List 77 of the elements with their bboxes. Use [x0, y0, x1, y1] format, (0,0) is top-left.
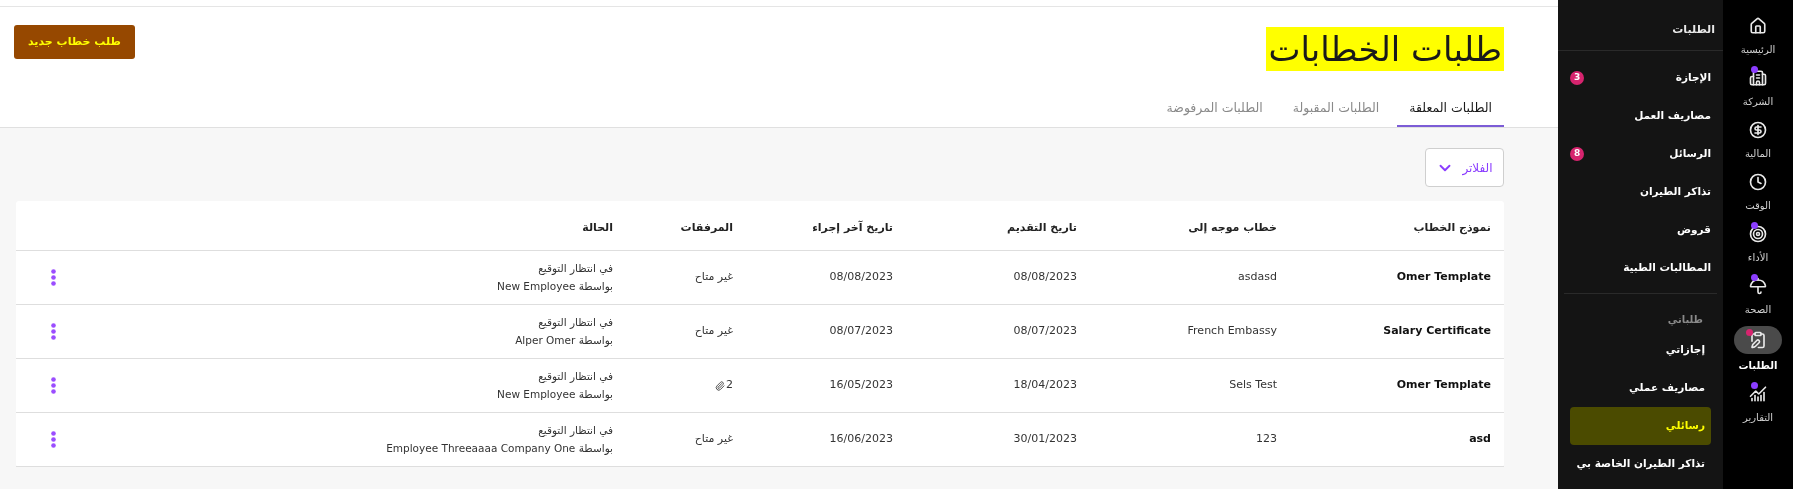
table-cell: 16/05/2023	[829, 378, 893, 392]
new-letter-button[interactable]: طلب خطاب جديد	[14, 25, 135, 59]
menu-item[interactable]: المطالبات الطبية	[1564, 249, 1717, 287]
table-cell: asdasd	[1238, 270, 1277, 284]
table-cell: غير متاح	[694, 323, 733, 340]
column-header: الحالة	[582, 220, 613, 234]
menu-item[interactable]: مصاريف العمل	[1564, 97, 1717, 135]
tab[interactable]: الطلبات المرفوضة	[1154, 91, 1275, 127]
status-by-text: بواسطة New Employee	[497, 278, 613, 295]
status-by-text: بواسطة Employee Threeaaaa Company One	[386, 440, 613, 457]
status-text: في انتظار التوقيع	[537, 368, 613, 385]
menu-item[interactable]: تذاكر الطيران الخاصة بي	[1570, 445, 1711, 483]
menu-item[interactable]: تذاكر الطيران	[1564, 173, 1717, 211]
table-cell: 08/07/2023	[829, 324, 893, 338]
table-cell: Salary Certificate	[1383, 324, 1491, 338]
table-cell: Omer Template	[1396, 270, 1491, 284]
table-cell: asd	[1469, 432, 1491, 446]
rail-label[interactable]: التقارير	[1742, 410, 1774, 425]
menu-item[interactable]: إجازاتي	[1570, 331, 1711, 369]
menu-item[interactable]: مصاريف عملي	[1570, 369, 1711, 407]
table-cell: 16/06/2023	[829, 432, 893, 446]
table-cell: Sels Test	[1229, 378, 1277, 392]
more-options-icon	[51, 323, 56, 340]
page-title: طلبات الخطابات	[1266, 27, 1504, 71]
clock-icon[interactable]	[1749, 173, 1767, 191]
paperclip-icon	[715, 380, 725, 391]
more-options-icon	[51, 269, 56, 286]
rail-label[interactable]: المالية	[1744, 146, 1772, 161]
rail-label[interactable]: الشركة	[1742, 94, 1774, 109]
status-text: في انتظار التوقيع	[537, 422, 613, 439]
rail-label[interactable]: الأداء	[1747, 250, 1769, 265]
building-icon[interactable]	[1749, 69, 1767, 87]
rail-label[interactable]: الرئيسية	[1740, 42, 1776, 57]
more-options-button[interactable]	[51, 431, 56, 448]
menu-title: الطلبات	[1672, 23, 1715, 36]
table-cell: غير متاح	[694, 431, 733, 448]
status-text: في انتظار التوقيع	[537, 314, 613, 331]
more-options-icon	[51, 431, 56, 448]
rail-label[interactable]: الطلبات	[1738, 358, 1778, 373]
column-header: نموذج الخطاب	[1413, 220, 1491, 234]
table-cell: 18/04/2023	[1013, 378, 1077, 392]
status-text: في انتظار التوقيع	[537, 260, 613, 277]
target-icon[interactable]	[1749, 225, 1767, 243]
clipboard-icon[interactable]	[1749, 331, 1767, 349]
table-cell: 08/07/2023	[1013, 324, 1077, 338]
column-header: المرفقات	[680, 220, 733, 234]
table-cell: 30/01/2023	[1013, 432, 1077, 446]
status-by-text: بواسطة New Employee	[497, 386, 613, 403]
menu-item[interactable]: قروض	[1564, 211, 1717, 249]
rail-label[interactable]: الصحة	[1744, 302, 1772, 317]
rail-label[interactable]: الوقت	[1745, 198, 1771, 213]
more-options-button[interactable]	[51, 377, 56, 394]
status-by-text: بواسطة Alper Omer	[515, 332, 613, 349]
more-options-icon	[51, 377, 56, 394]
chart-icon[interactable]	[1749, 385, 1767, 403]
column-header: تاريخ التقديم	[1007, 220, 1077, 234]
table-cell: 2	[726, 377, 733, 394]
table-cell: Omer Template	[1396, 378, 1491, 392]
tab[interactable]: الطلبات المعلقة	[1397, 91, 1504, 127]
menu-item[interactable]: رسائلي	[1570, 407, 1711, 445]
count-badge: 3	[1570, 71, 1584, 85]
count-badge: 8	[1570, 147, 1584, 161]
table-cell: 08/08/2023	[829, 270, 893, 284]
table-cell: غير متاح	[694, 269, 733, 286]
tab[interactable]: الطلبات المقبولة	[1280, 91, 1392, 127]
more-options-button[interactable]	[51, 323, 56, 340]
dollar-icon[interactable]	[1749, 121, 1767, 139]
column-header: خطاب موجه إلى	[1188, 220, 1277, 234]
table-cell: 123	[1256, 432, 1277, 446]
menu-section-heading: طلباتي	[1666, 313, 1704, 328]
umbrella-icon[interactable]	[1749, 277, 1767, 295]
column-header: تاريخ آخر إجراء	[812, 220, 893, 234]
table-cell: French Embassy	[1187, 324, 1277, 338]
filters-button[interactable]: الفلاتر	[1425, 148, 1504, 187]
table-cell: 08/08/2023	[1013, 270, 1077, 284]
house-icon[interactable]	[1749, 17, 1767, 35]
more-options-button[interactable]	[51, 269, 56, 286]
